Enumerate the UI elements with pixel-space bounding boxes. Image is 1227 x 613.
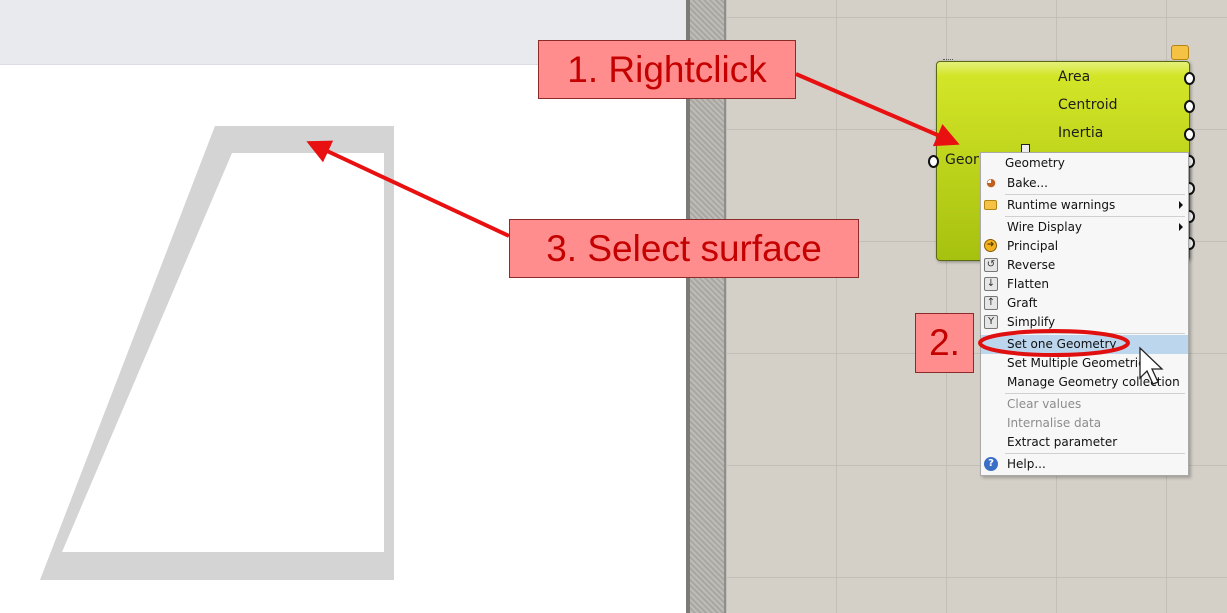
step2-callout: 2.	[915, 313, 974, 373]
arrow-to-surface	[306, 140, 510, 238]
step3-callout: 3. Select surface	[509, 219, 859, 278]
highlight-ellipse	[978, 329, 1130, 357]
arrow-to-component	[795, 72, 960, 147]
step1-callout: 1. Rightclick	[538, 40, 796, 99]
mouse-cursor-icon	[1139, 346, 1164, 385]
